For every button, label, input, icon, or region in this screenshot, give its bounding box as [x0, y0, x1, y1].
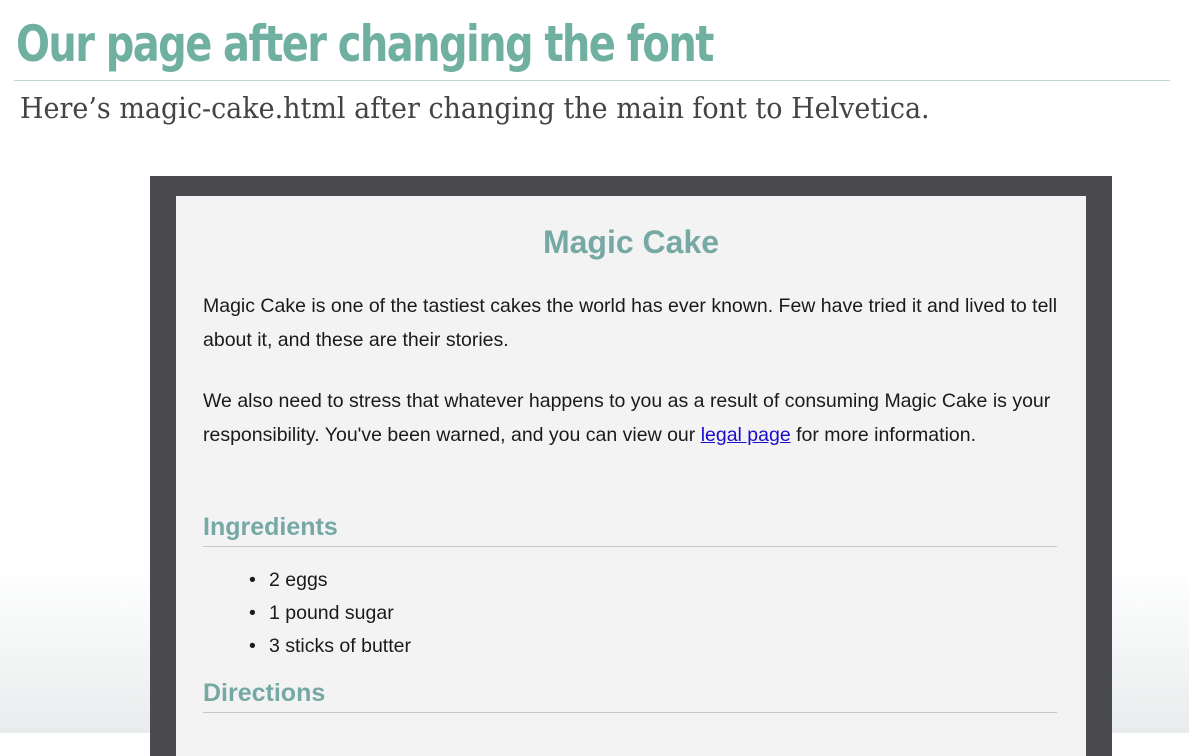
ingredient-text: 2 eggs	[269, 569, 328, 591]
ingredients-heading: Ingredients	[203, 510, 1057, 547]
ingredients-list: • 2 eggs • 1 pound sugar • 3 sticks of butt…	[203, 564, 411, 663]
intro-paragraph: Magic Cake is one of the tastiest cakes …	[203, 295, 1058, 351]
warning-text-after-link: for more information.	[790, 424, 977, 446]
ingredient-text: 3 sticks of butter	[269, 635, 411, 657]
legal-page-link[interactable]: legal page	[701, 424, 791, 446]
warning-paragraph: We also need to stress that whatever hap…	[203, 384, 1063, 452]
slide-subtitle: Here’s magic-cake.html after changing th…	[20, 91, 930, 125]
list-item: • 3 sticks of butter	[203, 630, 411, 663]
bullet-marker: •	[249, 635, 256, 657]
page-title: Magic Cake	[542, 224, 720, 260]
list-item: • 2 eggs	[203, 564, 411, 597]
list-item: • 1 pound sugar	[203, 597, 411, 630]
directions-heading: Directions	[203, 676, 1057, 713]
bullet-marker: •	[249, 602, 256, 624]
web-page-content: Magic Cake Magic Cake is one of the tast…	[176, 196, 1086, 756]
slide-title: Our page after changing the font	[16, 15, 714, 73]
title-divider	[14, 80, 1170, 81]
ingredient-text: 1 pound sugar	[269, 602, 394, 624]
bullet-marker: •	[249, 569, 256, 591]
